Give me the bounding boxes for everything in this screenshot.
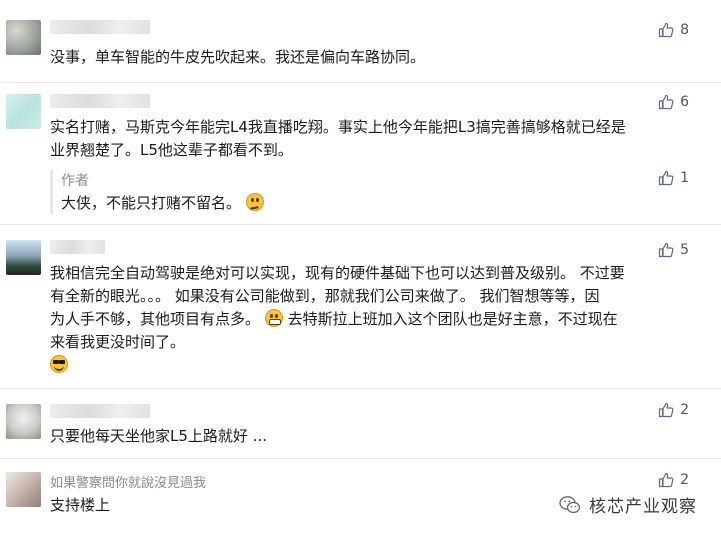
like-count: 1 [680,170,689,186]
comment-text: 实名打赌，马斯克今年能完L4我直播吃翔。事实上他今年能把L3搞完善搞够格就已经是… [50,116,690,162]
like-count: 2 [680,472,689,488]
like-count: 2 [680,402,689,418]
like-button[interactable]: 8 [658,20,689,40]
comment-text-line: 为人手不够，其他项目有点多。 去特斯拉上班加入这个团队也是好主意，不过现在 [50,308,690,331]
nickname-blurred [50,20,150,34]
wechat-icon [559,495,581,513]
comment-text-line [50,354,690,377]
sunglasses-emoji [50,355,68,373]
avatar[interactable] [6,240,41,275]
reply-text: 大侠，不能只打赌不留名。 [61,192,264,213]
avatar[interactable] [6,94,41,129]
reply-author: 作者 [61,173,89,189]
thumbs-up-icon [658,170,674,186]
comment-text: 我相信完全自动驾驶是绝对可以实现，现有的硬件基础下也可以达到普及级别。 不过要 … [50,262,690,377]
watermark-text: 核芯产业观察 [589,497,697,517]
thumbs-up-icon [658,242,674,258]
like-button[interactable]: 5 [658,240,689,260]
like-button[interactable]: 2 [658,470,689,490]
comment-text-line: 我相信完全自动驾驶是绝对可以实现，现有的硬件基础下也可以达到普及级别。 不过要 [50,264,625,282]
avatar[interactable] [6,20,41,55]
avatar[interactable] [6,472,41,507]
thinking-emoji [245,193,264,211]
comment-text-line: 业界翘楚了。L5他这辈子都看不到。 [50,141,293,159]
like-count: 5 [680,242,689,258]
like-count: 8 [680,22,689,38]
comment-text: 没事，单车智能的牛皮先吹起来。我还是偏向车路协同。 [50,48,426,66]
like-button[interactable]: 1 [658,168,689,188]
divider [0,82,721,83]
like-button[interactable]: 2 [658,400,689,420]
thumbs-up-icon [658,472,674,488]
author-reply: 作者 大侠，不能只打赌不留名。 [50,170,693,214]
comment-text-line: 有全新的眼光。。。 如果没有公司能做到，那就我们公司来做了。 我们智想等等，因 [50,287,600,305]
thumbs-up-icon [658,22,674,38]
comment-text-line: 实名打赌，马斯克今年能完L4我直播吃翔。事实上他今年能把L3搞完善搞够格就已经是 [50,118,626,136]
nickname-blurred [50,404,150,418]
divider [0,388,721,389]
divider [0,458,721,459]
nickname-blurred [50,240,105,254]
like-button[interactable]: 6 [658,92,689,112]
watermark: 核芯产业观察 [559,492,697,517]
divider [0,224,721,225]
nickname-blurred [50,94,150,108]
comment-text-line: 来看我更没时间了。 [50,333,186,351]
thumbs-up-icon [658,94,674,110]
thumbs-up-icon [658,402,674,418]
avatar[interactable] [6,404,41,439]
like-count: 6 [680,94,689,110]
reply-text-content: 大侠，不能只打赌不留名。 [61,194,242,212]
comment-text-segment: 为人手不够，其他项目有点多。 [50,310,261,328]
nickname: 如果警察問你就說沒見過我 [50,476,207,491]
comment-text-segment: 去特斯拉上班加入这个团队也是好主意，不过现在 [282,310,618,328]
comment-text: 只要他每天坐他家L5上路就好 ... [50,427,267,445]
grin-emoji [264,309,283,327]
